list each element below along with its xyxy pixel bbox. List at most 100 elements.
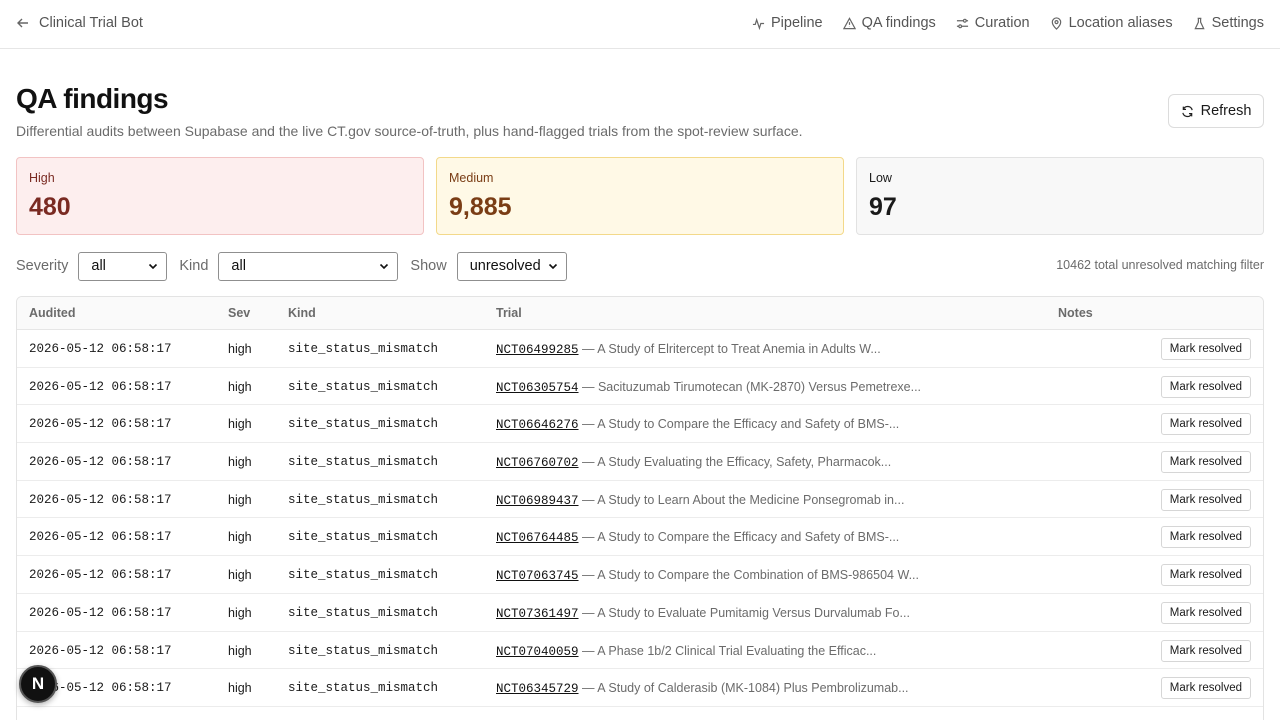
back-link[interactable]: Clinical Trial Bot — [16, 15, 143, 31]
table-row: 2026-05-12 06:58:17 high site_status_misma… — [17, 632, 1263, 670]
nav-item-pipeline[interactable]: Pipeline — [752, 15, 823, 31]
mark-resolved-button[interactable]: Mark resolved — [1160, 677, 1251, 700]
show-select-value: unresolved — [469, 258, 541, 274]
back-link-label: Clinical Trial Bot — [39, 15, 143, 31]
card-value: 9,885 — [449, 193, 512, 221]
trial-nct-link[interactable]: NCT06989437 — [496, 494, 579, 508]
kind-cell: site_status_mismatch — [288, 568, 439, 583]
chevron-down-icon — [548, 263, 557, 270]
column-header-sev[interactable]: Sev — [228, 306, 250, 320]
trial-title: — A Study to Compare the Efficacy and Sa… — [582, 417, 900, 432]
mark-resolved-button[interactable]: Mark resolved — [1160, 451, 1251, 474]
trial-title: — A Phase 1b/2 Clinical Trial Evaluating… — [582, 643, 877, 658]
severity-select[interactable]: all — [78, 251, 168, 281]
audited-cell: 2026-05-12 06:58:17 — [29, 605, 172, 620]
card-value: 97 — [869, 193, 897, 221]
trial-title: — A Study to Evaluate Pumitamig Versus D… — [582, 605, 910, 620]
trial-title: — A Study Evaluating the Efficacy, Safet… — [582, 455, 892, 470]
table-row: 2026-05-12 06:58:17 high site_status_misma… — [17, 518, 1263, 557]
severity-select-value: all — [91, 258, 106, 274]
severity-cell: high — [228, 605, 252, 620]
trial-nct-link[interactable]: NCT06646276 — [496, 418, 579, 432]
trial-cell: NCT06305754 — Sacituzumab Tirumotecan (M… — [496, 380, 921, 395]
kind-cell: site_status_mismatch — [288, 455, 439, 470]
severity-card-low: Low 97 — [856, 157, 1264, 235]
kind-select[interactable]: all — [218, 251, 399, 281]
kind-filter-label: Kind — [179, 258, 209, 274]
audited-cell: 2026-05-12 06:58:17 — [29, 455, 172, 470]
mark-resolved-button[interactable]: Mark resolved — [1160, 338, 1251, 360]
trial-title: — Sacituzumab Tirumotecan (MK-2870) Vers… — [582, 379, 922, 394]
chevron-down-icon — [380, 263, 389, 270]
mark-resolved-button[interactable]: Mark resolved — [1160, 564, 1251, 587]
trial-cell: NCT06764485 — A Study to Compare the Eff… — [496, 530, 899, 545]
mark-resolved-button[interactable]: Mark resolved — [1160, 601, 1251, 624]
severity-cell: high — [228, 455, 252, 470]
audited-cell: 2026-05-12 06:58:17 — [29, 643, 172, 658]
severity-cell: high — [228, 492, 252, 507]
card-label: High — [29, 171, 55, 185]
mark-resolved-button[interactable]: Mark resolved — [1160, 413, 1251, 436]
nav-item-location-aliases[interactable]: Location aliases — [1050, 15, 1173, 31]
trial-nct-link[interactable]: NCT07063745 — [496, 569, 579, 583]
audited-cell: 2026-05-12 06:58:17 — [29, 417, 172, 432]
trial-title: — A Study of Elritercept to Treat Anemia… — [582, 342, 881, 356]
audited-cell: 2026-05-12 06:58:17 — [29, 492, 172, 507]
nav-item-curation[interactable]: Curation — [956, 15, 1030, 31]
audited-cell: 2026-05-12 06:58:17 — [29, 342, 172, 356]
table-row: 2026-05-12 06:58:17 high site_status_misma… — [17, 556, 1263, 594]
severity-cell: high — [228, 643, 252, 658]
severity-card-medium: Medium 9,885 — [436, 157, 844, 235]
mark-resolved-button[interactable]: Mark resolved — [1160, 488, 1251, 511]
trial-nct-link[interactable]: NCT06499285 — [496, 343, 579, 357]
kind-cell: site_status_mismatch — [288, 379, 439, 394]
table-row: 2026-05-12 06:58:17 high site_status_misma… — [17, 443, 1263, 481]
trial-cell: NCT06989437 — A Study to Learn About the… — [496, 493, 904, 508]
filter-bar: Severity all Kind all Show unresolved — [16, 251, 567, 281]
table-row: 2026-05-12 06:58:17 high site_status_misma… — [17, 368, 1263, 406]
severity-cell: high — [228, 379, 252, 394]
table-row: 2026-05-12 06:58:17 high site_status_misma… — [17, 594, 1263, 632]
trial-nct-link[interactable]: NCT06764485 — [496, 531, 579, 545]
trial-cell: NCT06646276 — A Study to Compare the Eff… — [496, 417, 899, 432]
refresh-button[interactable]: Refresh — [1168, 94, 1264, 128]
table-row: 2026-05-12 06:58:17 high site_status_misma… — [17, 330, 1263, 368]
column-header-notes[interactable]: Notes — [1058, 306, 1093, 320]
nav-item-qa-findings[interactable]: QA findings — [842, 15, 936, 31]
trial-nct-link[interactable]: NCT06345729 — [496, 682, 579, 696]
table-row: 2026-05-12 06:58:17 high site_status_misma… — [17, 481, 1263, 519]
table-body: 2026-05-12 06:58:17 high site_status_misma… — [17, 330, 1263, 707]
card-label: Low — [869, 171, 892, 185]
show-select[interactable]: unresolved — [456, 251, 567, 281]
flask-icon — [1193, 17, 1205, 29]
trial-cell: NCT06499285 — A Study of Elritercept to … — [496, 342, 881, 357]
trial-nct-link[interactable]: NCT07040059 — [496, 645, 579, 659]
column-header-kind[interactable]: Kind — [288, 306, 316, 320]
audited-cell: 2026-05-12 06:58:17 — [29, 379, 172, 394]
devtools-badge[interactable]: N — [19, 665, 57, 703]
trial-nct-link[interactable]: NCT06305754 — [496, 381, 579, 395]
nav-item-label: Curation — [974, 15, 1030, 31]
severity-cell: high — [228, 530, 252, 545]
trial-title: — A Study to Learn About the Medicine Po… — [582, 492, 905, 507]
mark-resolved-button[interactable]: Mark resolved — [1160, 639, 1251, 662]
mark-resolved-button[interactable]: Mark resolved — [1160, 526, 1251, 549]
nav-item-label: Settings — [1211, 15, 1264, 31]
kind-cell: site_status_mismatch — [288, 342, 439, 356]
nav-item-settings[interactable]: Settings — [1193, 15, 1264, 31]
table-row: 2026-05-12 06:58:17 high site_status_misma… — [17, 669, 1263, 707]
trial-cell: NCT07063745 — A Study to Compare the Com… — [496, 568, 919, 583]
column-header-trial[interactable]: Trial — [496, 306, 522, 320]
trial-cell: NCT06345729 — A Study of Calderasib (MK-… — [496, 681, 909, 696]
column-header-audited[interactable]: Audited — [29, 306, 76, 320]
kind-cell: site_status_mismatch — [288, 681, 439, 696]
severity-filter-label: Severity — [16, 258, 69, 274]
total-count-text: 10462 total unresolved matching filter — [1056, 258, 1264, 272]
chevron-down-icon — [149, 263, 158, 270]
kind-cell: site_status_mismatch — [288, 492, 439, 507]
table-row: 2026-05-12 06:58:17 high site_status_misma… — [17, 405, 1263, 444]
trial-cell: NCT07040059 — A Phase 1b/2 Clinical Tria… — [496, 644, 876, 659]
trial-nct-link[interactable]: NCT07361497 — [496, 607, 579, 621]
mark-resolved-button[interactable]: Mark resolved — [1160, 375, 1251, 398]
trial-nct-link[interactable]: NCT06760702 — [496, 456, 579, 470]
